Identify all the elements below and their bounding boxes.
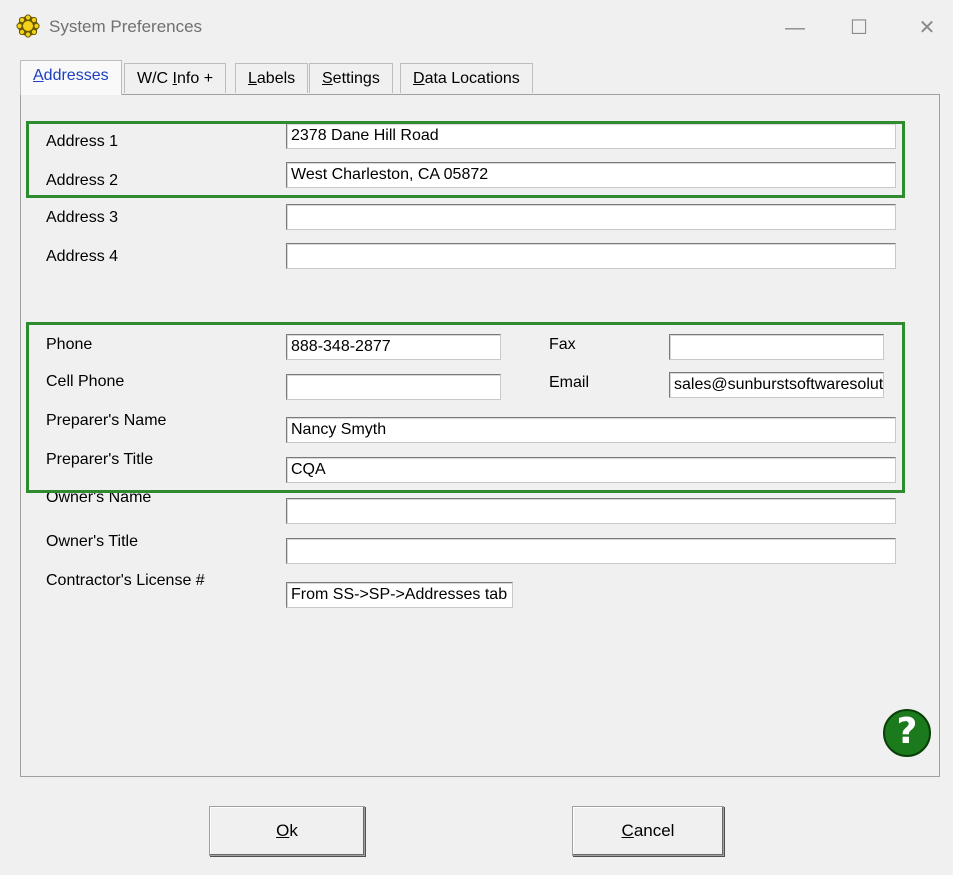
tab-labels[interactable]: Labels (235, 63, 309, 93)
address4-label: Address 4 (46, 248, 119, 265)
contractor-license-field[interactable]: From SS->SP->Addresses tab (286, 582, 513, 608)
ok-button[interactable]: Ok (209, 806, 365, 856)
tab-wc-info[interactable]: W/C Info + (124, 63, 227, 93)
owner-title-field[interactable] (286, 538, 896, 564)
owner-title-label: Owner's Title (46, 533, 138, 550)
help-icon[interactable]: ? (883, 709, 931, 757)
tab-settings[interactable]: Settings (309, 63, 393, 93)
address4-field[interactable] (286, 243, 896, 269)
contractor-license-label: Contractor's License # (46, 572, 205, 589)
close-button[interactable]: ✕ (904, 14, 950, 42)
tab-addresses[interactable]: Addresses (20, 60, 122, 95)
cancel-button[interactable]: Cancel (572, 806, 724, 856)
sun-gear-icon (16, 14, 40, 38)
address3-label: Address 3 (46, 209, 119, 226)
contact-highlight-box (26, 322, 905, 493)
window-title: System Preferences (49, 17, 203, 36)
tab-data-locations[interactable]: Data Locations (400, 63, 533, 93)
address3-field[interactable] (286, 204, 896, 230)
owner-name-field[interactable] (286, 498, 896, 524)
address-highlight-box (26, 121, 905, 198)
maximize-button[interactable]: ☐ (836, 14, 882, 42)
minimize-button[interactable]: — (772, 14, 818, 42)
